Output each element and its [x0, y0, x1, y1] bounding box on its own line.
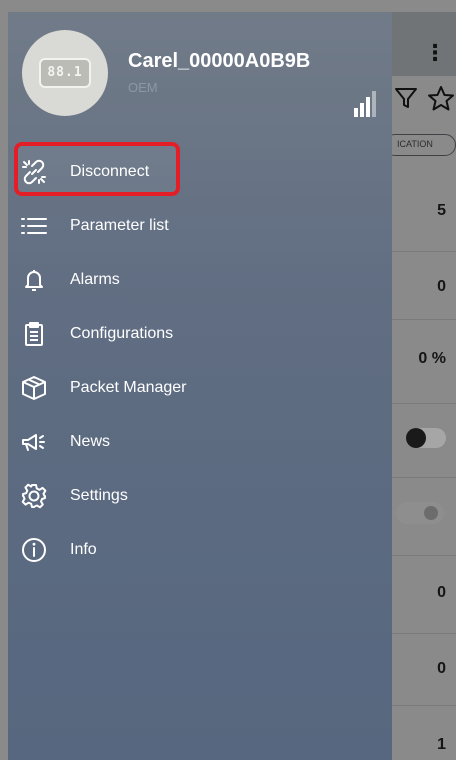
package-icon	[18, 372, 50, 404]
menu-item-packet-manager[interactable]: Packet Manager	[12, 368, 187, 408]
toggle-switch-off[interactable]	[396, 502, 444, 524]
toggle-knob	[406, 428, 426, 448]
menu-item-info[interactable]: Info	[12, 530, 97, 570]
device-display-icon: 88.1	[39, 58, 91, 88]
device-avatar: 88.1	[22, 30, 108, 116]
row-value: 0	[437, 584, 446, 601]
gear-icon	[18, 480, 50, 512]
table-row[interactable]: 1	[392, 706, 456, 760]
unlink-icon	[18, 156, 50, 188]
table-row[interactable]: 0	[392, 556, 456, 634]
category-chip[interactable]: ICATION	[384, 134, 456, 156]
info-icon	[18, 534, 50, 566]
menu-label-news: News	[70, 433, 111, 450]
menu-item-disconnect[interactable]: Disconnect	[12, 152, 149, 192]
more-vert-icon[interactable]: ⋮	[424, 42, 446, 64]
menu-item-alarms[interactable]: Alarms	[12, 260, 120, 300]
menu-item-parameter-list[interactable]: Parameter list	[12, 206, 169, 246]
app-toolbar: ⋮	[392, 12, 456, 76]
table-row[interactable]: 0	[392, 252, 456, 320]
row-value: 0	[437, 278, 446, 295]
device-role: OEM	[128, 80, 158, 95]
signal-strength-icon	[354, 91, 376, 117]
table-row[interactable]: 0	[392, 634, 456, 706]
menu-item-configurations[interactable]: Configurations	[12, 314, 173, 354]
device-name: Carel_00000A0B9B	[128, 50, 311, 72]
table-row[interactable]: 5	[392, 166, 456, 252]
star-icon[interactable]	[426, 84, 456, 112]
menu-label-disconnect: Disconnect	[70, 163, 150, 180]
menu-label-settings: Settings	[70, 487, 128, 504]
toggle-knob	[424, 506, 438, 520]
row-value: 1	[437, 736, 446, 753]
megaphone-icon	[18, 426, 50, 458]
menu-label-alarms: Alarms	[70, 271, 120, 288]
navigation-drawer: 88.1 Carel_00000A0B9B OEM Disconnect Par…	[8, 12, 392, 760]
row-value: 5	[437, 202, 446, 219]
filter-icon[interactable]	[392, 84, 420, 112]
table-row[interactable]: 0 %	[392, 320, 456, 404]
menu-label-parameter-list: Parameter list	[70, 217, 169, 234]
menu-item-news[interactable]: News	[12, 422, 110, 462]
row-value: 0 %	[418, 350, 446, 367]
menu-label-configurations: Configurations	[70, 325, 174, 342]
list-icon	[18, 210, 50, 242]
toggle-switch-on[interactable]	[406, 428, 446, 448]
bell-icon	[18, 264, 50, 296]
row-value: 0	[437, 660, 446, 677]
menu-label-info: Info	[70, 541, 97, 558]
menu-label-packet-manager: Packet Manager	[70, 379, 187, 396]
menu-item-settings[interactable]: Settings	[12, 476, 128, 516]
clipboard-icon	[18, 318, 50, 350]
